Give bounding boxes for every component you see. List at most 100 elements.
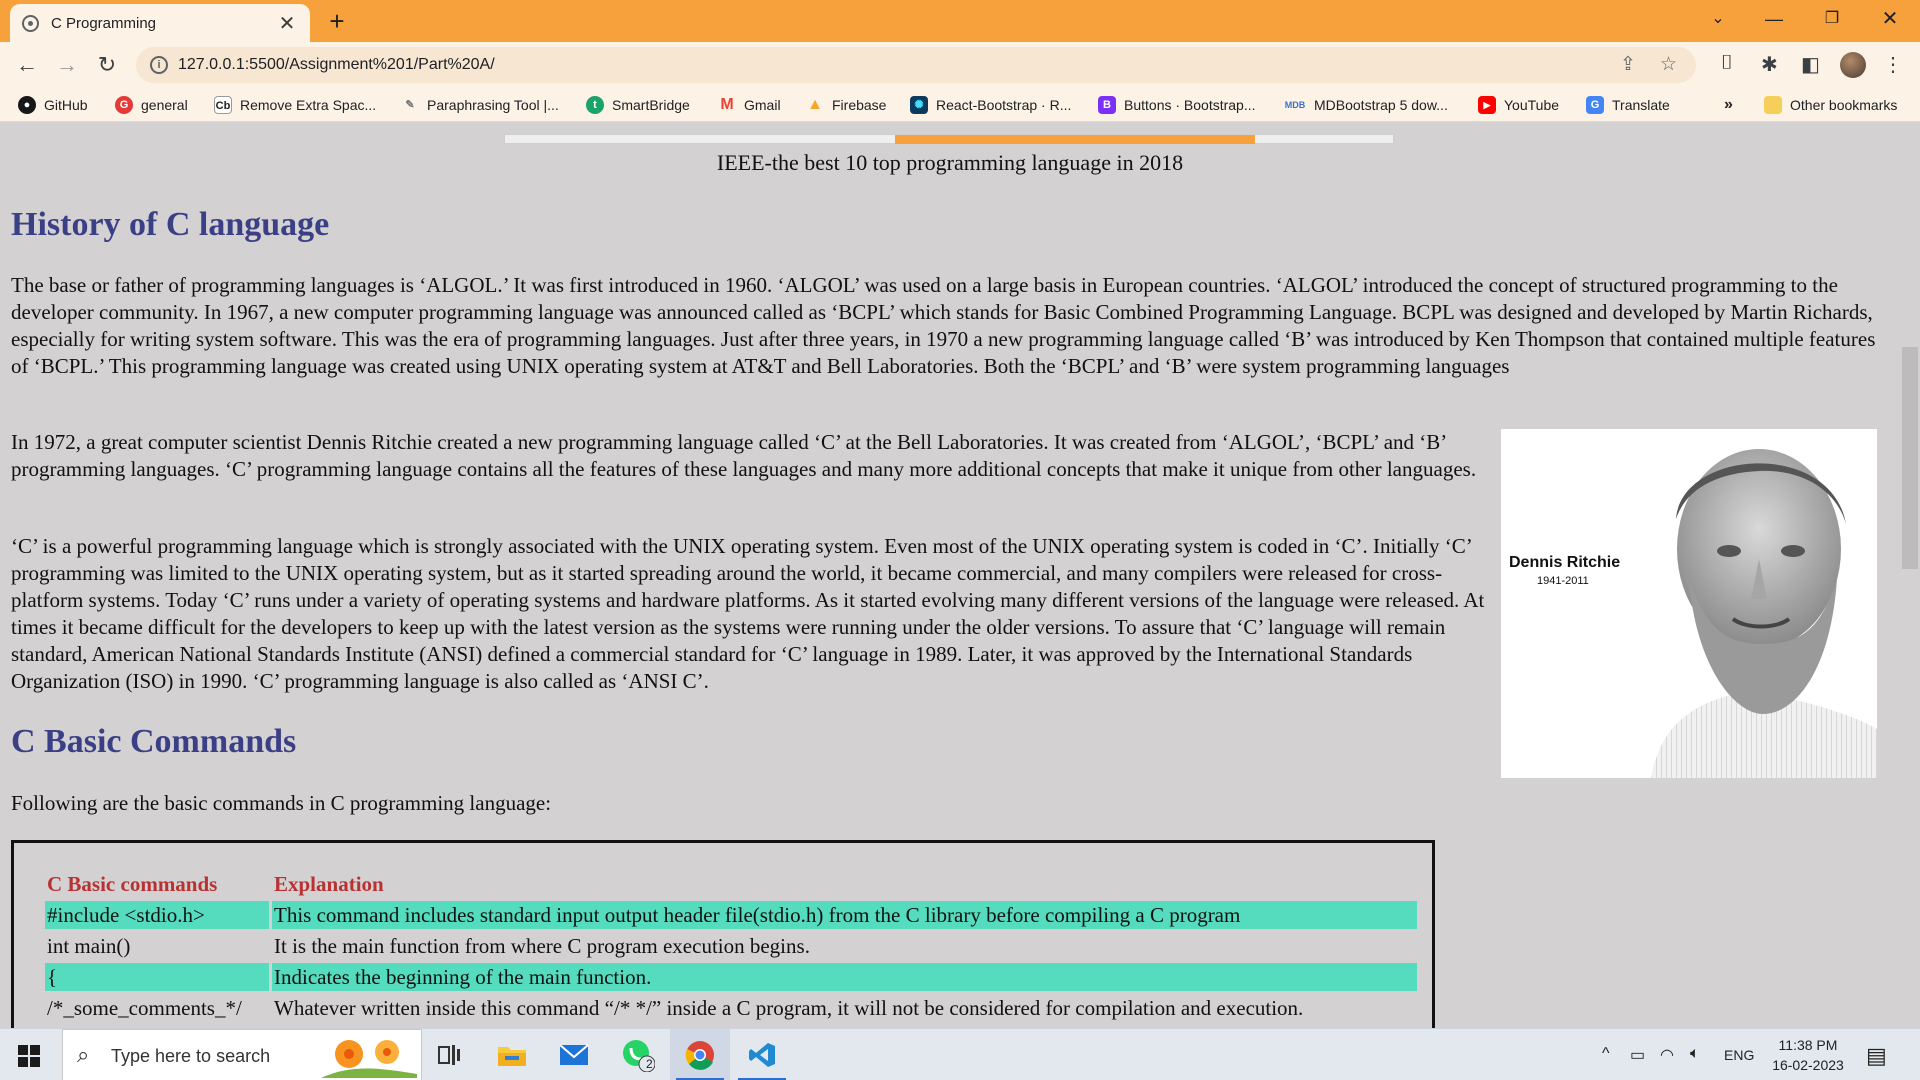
browser-toolbar: ← → ↻ i 127.0.0.1:5500/Assignment%201/Pa… xyxy=(0,42,1920,88)
restore-button[interactable]: ❐ xyxy=(1806,0,1858,38)
volume-icon[interactable]: 🔈︎ xyxy=(1690,1045,1700,1063)
tab-strip: C Programming ✕ + ⌄ — ❐ ✕ xyxy=(0,0,1920,42)
wifi-icon[interactable]: ◠ xyxy=(1660,1045,1674,1065)
page-content: IEEE-the best 10 top programming languag… xyxy=(0,122,1900,1028)
mail-icon[interactable] xyxy=(544,1029,604,1080)
whatsapp-badge: 2 xyxy=(646,1057,653,1071)
image-strip-bottom xyxy=(504,134,1394,144)
search-icon: ⌕ xyxy=(77,1042,90,1067)
close-tab-icon[interactable]: ✕ xyxy=(276,11,298,36)
bookmark-github[interactable]: ● GitHub xyxy=(18,94,88,116)
table-header-explanation: Explanation xyxy=(274,871,384,896)
commands-table-container: C Basic commands Explanation #include <s… xyxy=(11,840,1435,1028)
dennis-ritchie-portrait: Dennis Ritchie 1941-2011 xyxy=(1501,429,1877,778)
reload-icon[interactable]: ↻ xyxy=(92,50,122,80)
bookmark-star-icon[interactable]: ☆ xyxy=(1660,53,1677,76)
menu-kebab-icon[interactable]: ⋮ xyxy=(1883,52,1903,77)
bookmark-gmail[interactable]: M Gmail xyxy=(718,94,780,116)
chrome-icon[interactable] xyxy=(670,1029,730,1080)
command-cell: #include <stdio.h> xyxy=(45,901,269,929)
close-window-button[interactable]: ✕ xyxy=(1864,0,1916,38)
screenshot-camera-icon[interactable]: ⌷ xyxy=(1721,52,1733,75)
react-bootstrap-icon: ✺ xyxy=(910,96,928,114)
windows-start-icon[interactable] xyxy=(18,1045,40,1067)
clock-time: 11:38 PM xyxy=(1778,1037,1838,1053)
tab-title: C Programming xyxy=(51,14,157,32)
side-panel-icon[interactable]: ◧ xyxy=(1801,52,1820,77)
forward-arrow-icon[interactable]: → xyxy=(52,50,82,80)
flowers-icon xyxy=(321,1040,417,1078)
globe-icon xyxy=(22,14,39,32)
table-row: int main() It is the main function from … xyxy=(45,932,1417,960)
bookmark-smartbridge[interactable]: t SmartBridge xyxy=(586,94,690,116)
extensions-puzzle-icon[interactable]: ✱ xyxy=(1761,52,1778,77)
command-cell: { xyxy=(45,963,269,991)
tab-search-icon[interactable]: ⌄ xyxy=(1692,0,1744,38)
bookmark-youtube[interactable]: ▶ YouTube xyxy=(1478,94,1559,116)
bookmark-translate[interactable]: G Translate xyxy=(1586,94,1670,116)
portrait-photo xyxy=(1651,449,1877,778)
system-clock[interactable]: 11:38 PM 16-02-2023 xyxy=(1768,1035,1848,1075)
scrollbar-thumb[interactable] xyxy=(1902,347,1918,569)
file-explorer-icon[interactable] xyxy=(482,1029,542,1080)
history-paragraph-3: ‘C’ is a powerful programming language w… xyxy=(11,534,1485,693)
bootstrap-icon: B xyxy=(1098,96,1116,114)
pen-icon: ✎ xyxy=(405,99,415,111)
show-hidden-icons-chevron-icon[interactable]: ^ xyxy=(1602,1045,1610,1063)
youtube-icon: ▶ xyxy=(1478,96,1496,114)
table-row: #include <stdio.h> This command includes… xyxy=(45,901,1417,929)
history-heading: History of C language xyxy=(11,206,330,243)
bookmark-general[interactable]: G general xyxy=(115,94,188,116)
new-tab-button[interactable]: + xyxy=(322,6,352,36)
portrait-name: Dennis Ritchie xyxy=(1509,554,1621,571)
language-indicator[interactable]: ENG xyxy=(1724,1047,1754,1063)
more-bookmarks-button[interactable]: » xyxy=(1724,94,1733,116)
site-info-icon[interactable]: i xyxy=(150,56,168,74)
bookmarks-bar: ● GitHub G general Cb Remove Extra Spac.… xyxy=(0,88,1920,122)
bookmark-paraphrasing-tool[interactable]: ✎ Paraphrasing Tool |... xyxy=(401,94,558,116)
notifications-icon[interactable]: ▤ xyxy=(1866,1043,1887,1069)
clock-date: 16-02-2023 xyxy=(1772,1057,1844,1073)
profile-avatar[interactable] xyxy=(1840,52,1866,78)
table-header-command: C Basic commands xyxy=(47,871,218,896)
explanation-cell: Indicates the beginning of the main func… xyxy=(272,963,1417,991)
table-row: { Indicates the beginning of the main fu… xyxy=(45,963,1417,991)
general-icon: G xyxy=(115,96,133,114)
task-view-icon[interactable] xyxy=(420,1029,480,1080)
explanation-cell: It is the main function from where C pro… xyxy=(274,933,810,958)
taskbar-search-box[interactable]: ⌕ Type here to search xyxy=(62,1029,422,1080)
github-icon: ● xyxy=(18,96,36,114)
vscode-icon[interactable] xyxy=(732,1029,792,1080)
other-bookmarks-folder[interactable]: Other bookmarks xyxy=(1764,94,1897,116)
bookmark-mdbootstrap[interactable]: MDB MDBootstrap 5 dow... xyxy=(1284,94,1448,116)
whatsapp-icon[interactable]: 2 xyxy=(608,1029,668,1080)
bookmark-bootstrap-buttons[interactable]: B Buttons · Bootstrap... xyxy=(1098,94,1256,116)
command-cell: int main() xyxy=(47,933,131,958)
share-icon[interactable]: ⇪ xyxy=(1620,53,1636,76)
folder-icon xyxy=(1764,96,1782,114)
minimize-button[interactable]: — xyxy=(1748,0,1800,38)
address-bar[interactable]: i 127.0.0.1:5500/Assignment%201/Part%20A… xyxy=(136,47,1696,83)
explanation-cell: Whatever written inside this command “/*… xyxy=(274,995,1304,1020)
table-header-row: C Basic commands Explanation xyxy=(45,870,1417,898)
history-paragraph-2: In 1972, a great computer scientist Denn… xyxy=(11,430,1477,481)
tab-c-programming[interactable]: C Programming ✕ xyxy=(10,4,310,42)
history-paragraph-1: The base or father of programming langua… xyxy=(11,273,1876,378)
bookmark-firebase[interactable]: ▲ Firebase xyxy=(806,94,886,116)
commands-heading: C Basic Commands xyxy=(11,723,297,760)
page-scrollbar[interactable] xyxy=(1900,122,1920,1028)
url-text[interactable]: 127.0.0.1:5500/Assignment%201/Part%20A/ xyxy=(178,56,495,74)
portrait-years: 1941-2011 xyxy=(1537,575,1589,587)
firebase-icon: ▲ xyxy=(807,96,823,113)
search-placeholder: Type here to search xyxy=(111,1046,271,1066)
orange-bar xyxy=(895,135,1255,144)
bookmark-remove-extra-spaces[interactable]: Cb Remove Extra Spac... xyxy=(214,94,376,116)
table-row: /*_some_comments_*/ Whatever written ins… xyxy=(45,994,1417,1022)
bookmark-react-bootstrap[interactable]: ✺ React-Bootstrap · R... xyxy=(910,94,1071,116)
explanation-cell: This command includes standard input out… xyxy=(272,901,1417,929)
back-arrow-icon[interactable]: ← xyxy=(12,50,42,80)
commands-table: C Basic commands Explanation #include <s… xyxy=(42,867,1420,1025)
smartbridge-icon: t xyxy=(586,96,604,114)
gmail-icon: M xyxy=(720,96,734,113)
battery-icon[interactable]: ▭ xyxy=(1630,1045,1645,1065)
